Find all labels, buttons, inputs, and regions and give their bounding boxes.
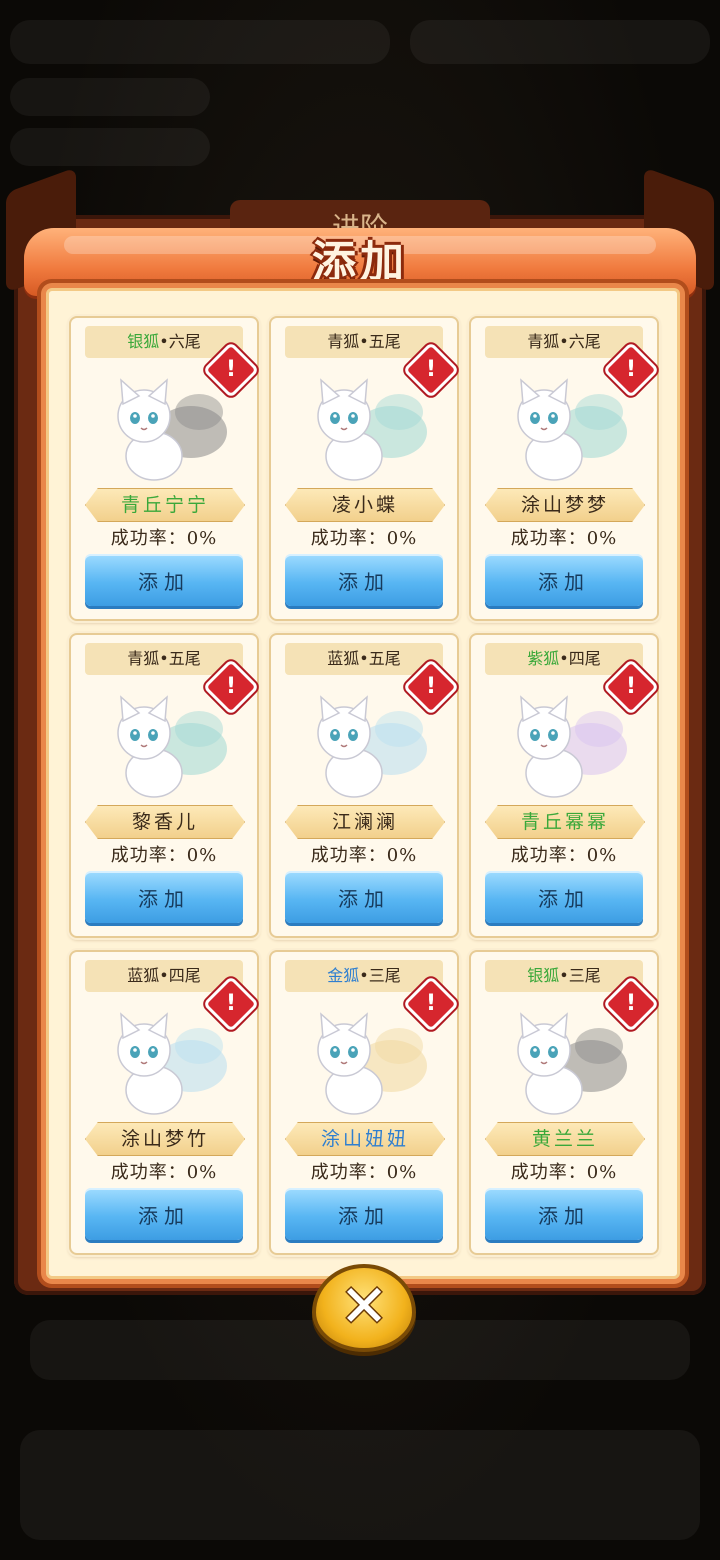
fox-card: 蓝狐•四尾 ! 涂山梦竹 成功率：0% 添加 [69,950,260,1255]
background-bar [20,1430,700,1540]
fox-name: 涂山梦竹 [85,1122,245,1156]
fox-name: 黄兰兰 [485,1122,645,1156]
fox-portrait [517,378,627,481]
success-rate: 成功率：0% [110,528,218,549]
fox-tails: 四尾 [168,966,201,985]
fox-type: 蓝狐 [127,966,160,985]
fox-type: 青狐 [527,332,560,351]
fox-type: 金狐 [327,966,360,985]
fox-tails: 五尾 [168,649,201,668]
add-button[interactable]: 添加 [85,554,243,606]
fox-portrait [517,1012,627,1115]
fox-tails: 三尾 [568,966,601,985]
fox-card: 银狐•三尾 ! 黄兰兰 成功率：0% 添加 [469,950,660,1255]
type-separator: • [359,332,369,351]
fox-tails: 三尾 [368,966,401,985]
type-separator: • [559,966,569,985]
fox-portrait [317,378,427,481]
type-separator: • [159,966,169,985]
fox-card: 蓝狐•五尾 ! 江澜澜 成功率：0% 添加 [269,633,460,938]
add-button[interactable]: 添加 [285,554,443,606]
fox-type: 银狐 [527,966,560,985]
close-icon: ✕ [339,1272,389,1340]
background-bar [10,78,210,116]
fox-tails: 六尾 [168,332,201,351]
type-separator: • [359,649,369,668]
fox-tails: 五尾 [368,332,401,351]
fox-name: 青丘宁宁 [85,488,245,522]
fox-type: 银狐 [127,332,160,351]
fox-name: 黎香儿 [85,805,245,839]
fox-portrait [317,695,427,798]
fox-tails: 六尾 [568,332,601,351]
fox-name: 涂山梦梦 [485,488,645,522]
background-bar [410,20,710,64]
success-rate: 成功率：0% [510,845,618,866]
fox-portrait [117,695,227,798]
fox-portrait [117,378,227,481]
add-button[interactable]: 添加 [285,871,443,923]
success-rate: 成功率：0% [510,528,618,549]
add-button[interactable]: 添加 [485,554,643,606]
type-separator: • [559,332,569,351]
fox-tails: 五尾 [368,649,401,668]
type-separator: • [559,649,569,668]
add-button[interactable]: 添加 [85,871,243,923]
fox-name: 青丘幂幂 [485,805,645,839]
background-bar [10,20,390,64]
success-rate: 成功率：0% [110,1162,218,1183]
fox-type: 青狐 [127,649,160,668]
fox-portrait [517,695,627,798]
fox-name: 凌小蝶 [285,488,445,522]
success-rate: 成功率：0% [510,1162,618,1183]
close-button[interactable]: ✕ [312,1264,416,1352]
card-grid-panel: 银狐•六尾 ! 青丘宁宁 成功率：0% 添加 青狐•五尾 ! 凌小蝶 成功率：0… [46,288,680,1279]
type-separator: • [159,649,169,668]
background-bar [10,128,210,166]
add-button[interactable]: 添加 [485,1188,643,1240]
modal-title: 添加 [312,237,408,288]
fox-type: 紫狐 [527,649,560,668]
fox-card: 金狐•三尾 ! 涂山妞妞 成功率：0% 添加 [269,950,460,1255]
add-button[interactable]: 添加 [285,1188,443,1240]
fox-card: 紫狐•四尾 ! 青丘幂幂 成功率：0% 添加 [469,633,660,938]
fox-portrait [117,1012,227,1115]
fox-name: 江澜澜 [285,805,445,839]
add-button[interactable]: 添加 [85,1188,243,1240]
success-rate: 成功率：0% [110,845,218,866]
success-rate: 成功率：0% [310,528,418,549]
add-button[interactable]: 添加 [485,871,643,923]
success-rate: 成功率：0% [310,1162,418,1183]
fox-card: 青狐•五尾 ! 凌小蝶 成功率：0% 添加 [269,316,460,621]
fox-card: 青狐•六尾 ! 涂山梦梦 成功率：0% 添加 [469,316,660,621]
fox-card: 青狐•五尾 ! 黎香儿 成功率：0% 添加 [69,633,260,938]
fox-card: 银狐•六尾 ! 青丘宁宁 成功率：0% 添加 [69,316,260,621]
type-separator: • [159,332,169,351]
fox-portrait [317,1012,427,1115]
success-rate: 成功率：0% [310,845,418,866]
type-separator: • [359,966,369,985]
fox-type: 蓝狐 [327,649,360,668]
fox-name: 涂山妞妞 [285,1122,445,1156]
fox-tails: 四尾 [568,649,601,668]
fox-type: 青狐 [327,332,360,351]
